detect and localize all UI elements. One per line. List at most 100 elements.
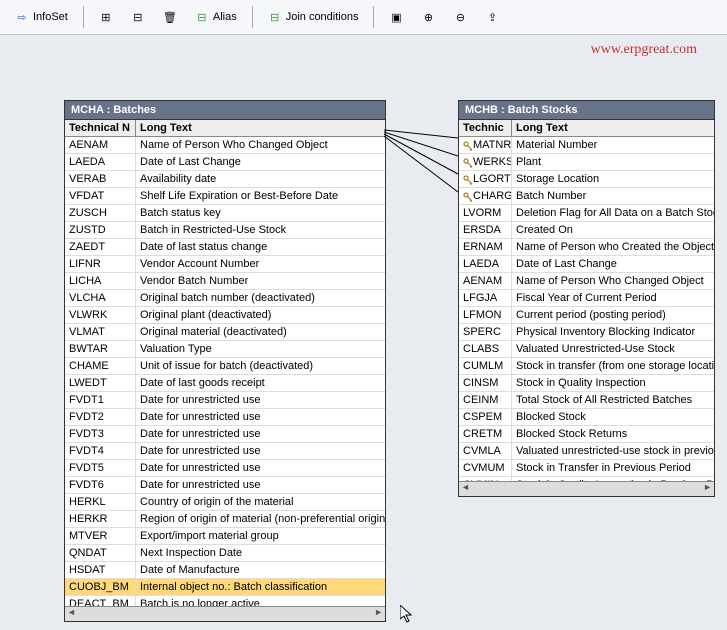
- cell-technical: LICHA: [65, 273, 136, 289]
- table-row[interactable]: VLWRKOriginal plant (deactivated): [65, 307, 385, 324]
- cell-technical: LFMON: [459, 307, 512, 323]
- table-row[interactable]: ZUSTDBatch in Restricted-Use Stock: [65, 222, 385, 239]
- join-conditions-button[interactable]: ⊟ Join conditions: [261, 7, 366, 27]
- table-row[interactable]: FVDT1Date for unrestricted use: [65, 392, 385, 409]
- cell-longtext: Physical Inventory Blocking Indicator: [512, 324, 714, 340]
- table-row[interactable]: FVDT3Date for unrestricted use: [65, 426, 385, 443]
- table-row[interactable]: HERKLCountry of origin of the material: [65, 494, 385, 511]
- cell-technical: ZUSTD: [65, 222, 136, 238]
- table-row[interactable]: CUMLMStock in transfer (from one storage…: [459, 358, 714, 375]
- table-row[interactable]: MTVERExport/import material group: [65, 528, 385, 545]
- table-row[interactable]: ZUSCHBatch status key: [65, 205, 385, 222]
- table-row[interactable]: CHARGBatch Number: [459, 188, 714, 205]
- table-row[interactable]: QNDATNext Inspection Date: [65, 545, 385, 562]
- delete-button[interactable]: 🗑: [156, 7, 184, 27]
- table-row[interactable]: VFDATShelf Life Expiration or Best-Befor…: [65, 188, 385, 205]
- cell-technical: CINSM: [459, 375, 512, 391]
- header-technical[interactable]: Technical N: [65, 120, 136, 136]
- add-table-button[interactable]: ⊞: [92, 7, 120, 27]
- table-row[interactable]: LFGJAFiscal Year of Current Period: [459, 290, 714, 307]
- table-row[interactable]: SPERCPhysical Inventory Blocking Indicat…: [459, 324, 714, 341]
- table-row[interactable]: MATNRMaterial Number: [459, 137, 714, 154]
- table-row[interactable]: WERKSPlant: [459, 154, 714, 171]
- table-row[interactable]: ZAEDTDate of last status change: [65, 239, 385, 256]
- table-row[interactable]: BWTARValuation Type: [65, 341, 385, 358]
- table-row[interactable]: CRETMBlocked Stock Returns: [459, 426, 714, 443]
- add-hierarchy-button[interactable]: ⊟: [124, 7, 152, 27]
- alias-button[interactable]: ⊟ Alias: [188, 7, 244, 27]
- table-row[interactable]: ERNAMName of Person who Created the Obje…: [459, 239, 714, 256]
- cell-technical: CVMUM: [459, 460, 512, 476]
- table-row[interactable]: CEINMTotal Stock of All Restricted Batch…: [459, 392, 714, 409]
- table-row[interactable]: VLMATOriginal material (deactivated): [65, 324, 385, 341]
- table-row[interactable]: CUOBJ_BMInternal object no.: Batch class…: [65, 579, 385, 596]
- table-row[interactable]: FVDT4Date for unrestricted use: [65, 443, 385, 460]
- left-panel-title[interactable]: MCHA : Batches: [65, 101, 385, 120]
- infoset-button[interactable]: ⇨ InfoSet: [8, 7, 75, 27]
- cell-longtext: Vendor Batch Number: [136, 273, 385, 289]
- left-h-scrollbar[interactable]: [65, 606, 385, 621]
- zoom-in-button[interactable]: ⊕: [414, 7, 442, 27]
- table-row[interactable]: LAEDADate of Last Change: [459, 256, 714, 273]
- table-row[interactable]: DEACT_BMBatch is no longer active: [65, 596, 385, 606]
- cell-technical: LAEDA: [65, 154, 136, 170]
- table-row[interactable]: ERSDACreated On: [459, 222, 714, 239]
- table-row[interactable]: LVORMDeletion Flag for All Data on a Bat…: [459, 205, 714, 222]
- table-row[interactable]: CINSMStock in Quality Inspection: [459, 375, 714, 392]
- cell-longtext: Original plant (deactivated): [136, 307, 385, 323]
- table-row[interactable]: VERABAvailability date: [65, 171, 385, 188]
- cell-longtext: Valuated Unrestricted-Use Stock: [512, 341, 714, 357]
- table-row[interactable]: VLCHAOriginal batch number (deactivated): [65, 290, 385, 307]
- table-row[interactable]: LFMONCurrent period (posting period): [459, 307, 714, 324]
- table-row[interactable]: HSDATDate of Manufacture: [65, 562, 385, 579]
- table-row[interactable]: AENAMName of Person Who Changed Object: [65, 137, 385, 154]
- key-icon: [463, 158, 471, 166]
- table-row[interactable]: FVDT6Date for unrestricted use: [65, 477, 385, 494]
- table-row[interactable]: LICHAVendor Batch Number: [65, 273, 385, 290]
- header-technical[interactable]: Technic: [459, 120, 512, 136]
- left-table-panel: MCHA : Batches Technical N Long Text AEN…: [64, 100, 386, 622]
- left-rows[interactable]: AENAMName of Person Who Changed ObjectLA…: [65, 137, 385, 606]
- table-row[interactable]: LGORTStorage Location: [459, 171, 714, 188]
- right-h-scrollbar[interactable]: [459, 481, 714, 496]
- cell-longtext: Plant: [512, 154, 714, 170]
- table-row[interactable]: FVDT2Date for unrestricted use: [65, 409, 385, 426]
- cell-technical: LIFNR: [65, 256, 136, 272]
- cell-longtext: Fiscal Year of Current Period: [512, 290, 714, 306]
- right-rows[interactable]: MATNRMaterial NumberWERKSPlantLGORTStora…: [459, 137, 714, 481]
- cell-longtext: Storage Location: [512, 171, 714, 187]
- table-row[interactable]: CVMUMStock in Transfer in Previous Perio…: [459, 460, 714, 477]
- table-row[interactable]: AENAMName of Person Who Changed Object: [459, 273, 714, 290]
- join-lines: [384, 100, 458, 500]
- table-row[interactable]: CHAMEUnit of issue for batch (deactivate…: [65, 358, 385, 375]
- cell-technical: DEACT_BM: [65, 596, 136, 606]
- fit-button[interactable]: ▣: [382, 7, 410, 27]
- cell-longtext: Stock in transfer (from one storage loca…: [512, 358, 714, 374]
- cell-longtext: Date for unrestricted use: [136, 426, 385, 442]
- table-row[interactable]: FVDT5Date for unrestricted use: [65, 460, 385, 477]
- table-row[interactable]: LAEDADate of Last Change: [65, 154, 385, 171]
- table-row[interactable]: LWEDTDate of last goods receipt: [65, 375, 385, 392]
- cell-technical: VLMAT: [65, 324, 136, 340]
- cell-longtext: Total Stock of All Restricted Batches: [512, 392, 714, 408]
- table-row[interactable]: LIFNRVendor Account Number: [65, 256, 385, 273]
- table-row[interactable]: CVMLAValuated unrestricted-use stock in …: [459, 443, 714, 460]
- cell-longtext: Date for unrestricted use: [136, 443, 385, 459]
- navigate-button[interactable]: ⇪: [478, 7, 506, 27]
- cell-longtext: Material Number: [512, 137, 714, 153]
- table-row[interactable]: HERKRRegion of origin of material (non-p…: [65, 511, 385, 528]
- arrow-right-icon: ⇨: [15, 10, 29, 24]
- header-longtext[interactable]: Long Text: [512, 120, 714, 136]
- table-row[interactable]: CSPEMBlocked Stock: [459, 409, 714, 426]
- left-panel-header: Technical N Long Text: [65, 120, 385, 137]
- key-icon: [463, 141, 471, 149]
- table-row[interactable]: CLABSValuated Unrestricted-Use Stock: [459, 341, 714, 358]
- zoom-out-button[interactable]: ⊖: [446, 7, 474, 27]
- cell-technical: CSPEM: [459, 409, 512, 425]
- cell-longtext: Date of Last Change: [136, 154, 385, 170]
- header-longtext[interactable]: Long Text: [136, 120, 385, 136]
- cell-longtext: Date of Manufacture: [136, 562, 385, 578]
- right-panel-title[interactable]: MCHB : Batch Stocks: [459, 101, 714, 120]
- cell-longtext: Unit of issue for batch (deactivated): [136, 358, 385, 374]
- join-label: Join conditions: [286, 11, 359, 23]
